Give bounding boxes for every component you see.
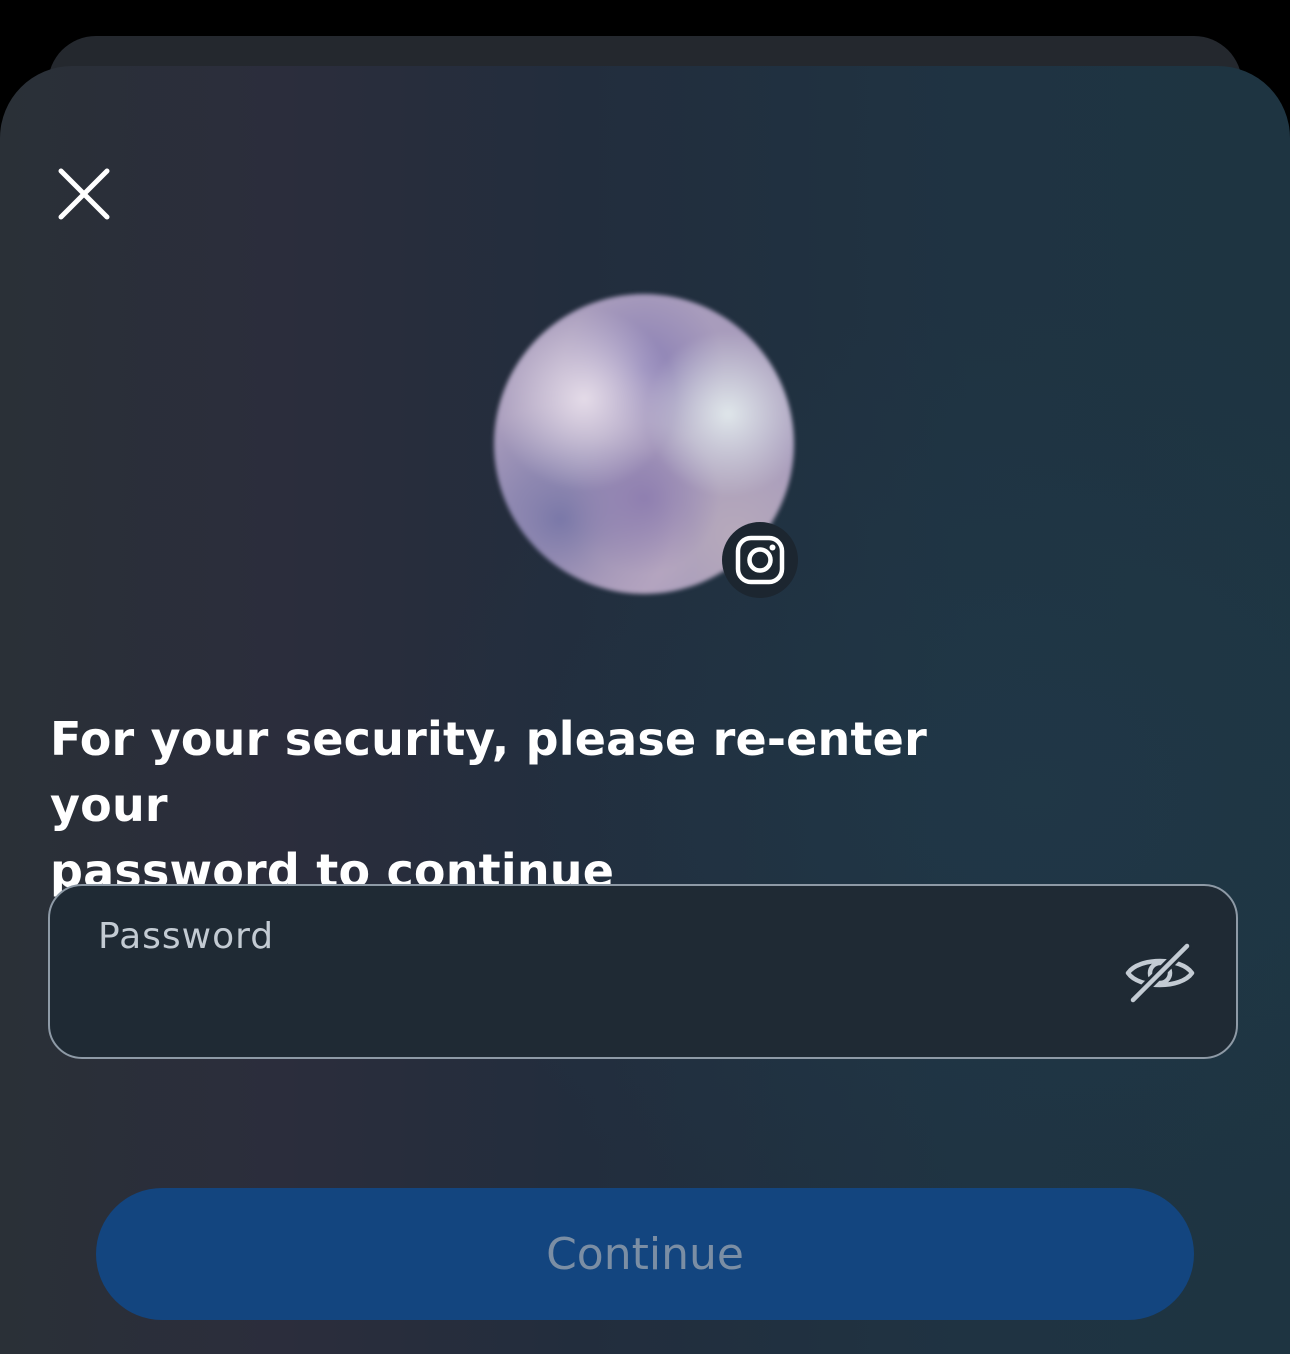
- instagram-icon: [735, 535, 785, 585]
- prompt-line-1: For your security, please re-enter your: [50, 712, 927, 832]
- profile-avatar-group: [494, 294, 798, 598]
- close-button[interactable]: [48, 158, 120, 230]
- continue-button[interactable]: Continue: [96, 1188, 1194, 1320]
- close-icon: [58, 168, 110, 220]
- eye-slash-icon: [1125, 942, 1195, 1004]
- toggle-password-visibility-button[interactable]: [1122, 938, 1198, 1008]
- password-field[interactable]: Password: [48, 884, 1238, 1059]
- password-label: Password: [98, 916, 275, 957]
- password-input[interactable]: [96, 970, 1100, 1032]
- reauth-dialog: For your security, please re-enter your p…: [0, 66, 1290, 1354]
- screen: For your security, please re-enter your p…: [0, 0, 1290, 1354]
- security-prompt-heading: For your security, please re-enter your p…: [50, 706, 1050, 904]
- instagram-badge: [722, 522, 798, 598]
